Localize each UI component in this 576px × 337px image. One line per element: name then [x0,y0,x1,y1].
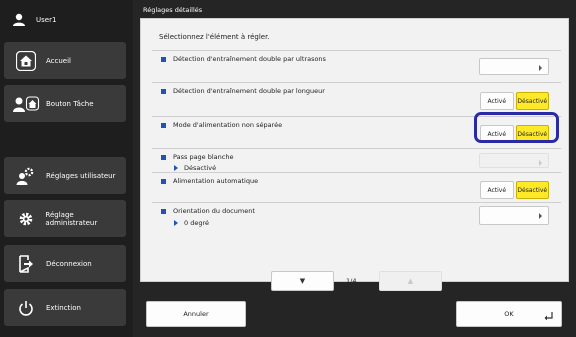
setting-row-auto-feed: Alimentation automatique Activé Désactiv… [152,172,561,202]
sidebar-item-logout[interactable]: Déconnexion [4,245,126,282]
sidebar-item-task-button[interactable]: Bouton Tâche [4,85,126,122]
toggle-on-button[interactable]: Activé [480,92,514,110]
cancel-button[interactable]: Annuler [146,301,246,327]
sidebar-item-user-settings[interactable]: Réglages utilisateur [4,157,126,194]
home-icon [12,50,40,72]
setting-label: Détection d'entraînement double par ultr… [173,55,326,63]
sidebar-item-label: Réglages utilisateur [46,171,116,180]
setting-label: Pass page blanche [173,153,234,161]
setting-label: Détection d'entraînement double par long… [173,87,325,95]
power-icon [12,297,40,319]
setting-row-orientation[interactable]: Orientation du document 0 degré [152,202,561,232]
bullet-icon [161,178,166,184]
user-info: User1 [12,10,56,30]
toggle-on-button[interactable]: Activé [480,181,514,199]
settings-panel: Sélectionnez l'élément à régler. Détecti… [140,18,569,291]
toggle-group: Activé Désactivé [480,92,549,110]
sidebar-item-label: Extinction [46,303,81,312]
gear-icon [12,208,39,230]
page-down-button[interactable]: ▼ [271,271,334,291]
page-up-button: ▲ [379,271,442,291]
sidebar-item-home[interactable]: Accueil [4,42,126,79]
sidebar-item-label: Bouton Tâche [46,99,94,108]
bullet-icon [161,208,166,214]
logout-icon [12,253,40,275]
setting-label: Mode d'alimentation non séparée [173,121,283,129]
main-area: Réglages détaillés Sélectionnez l'élémen… [133,0,576,337]
user-task-icon [12,93,40,115]
toggle-group: Activé Désactivé [480,181,549,199]
setting-row-length: Détection d'entraînement double par long… [152,82,561,116]
bullet-icon [161,56,166,62]
ok-button[interactable]: OK [456,301,562,327]
page-title: Réglages détaillés [143,6,203,14]
setting-value: 0 degré [184,219,209,227]
sidebar-item-shutdown[interactable]: Extinction [4,289,126,326]
bullet-icon [161,154,166,160]
bullet-icon [161,122,166,128]
sidebar-item-label: Déconnexion [46,259,92,268]
enter-icon [544,312,553,320]
setting-arrow-button[interactable] [479,206,549,225]
toggle-off-button[interactable]: Désactivé [515,181,549,199]
gear-user-icon [12,165,40,187]
setting-label: Orientation du document [173,207,255,215]
setting-value: Désactivé [184,164,217,172]
setting-arrow-button-disabled [479,153,549,168]
sidebar-item-label: Accueil [46,56,71,65]
bullet-icon [161,88,166,94]
user-icon [13,13,25,26]
page-indicator: 1/4 [346,277,357,285]
focus-highlight [474,112,559,143]
setting-row-ultrasonic[interactable]: Détection d'entraînement double par ultr… [152,50,561,82]
sidebar-item-label: Réglage administrateur [45,210,98,227]
setting-label: Alimentation automatique [173,177,259,185]
setting-row-blank-page: Pass page blanche Désactivé [152,148,561,172]
triangle-icon [174,165,178,171]
setting-arrow-button[interactable] [479,58,549,75]
toggle-off-button[interactable]: Désactivé [515,92,549,110]
user-name: User1 [36,16,57,24]
sidebar-item-admin-settings[interactable]: Réglage administrateur [4,200,126,237]
instruction-text: Sélectionnez l'élément à régler. [159,33,270,41]
ok-label: OK [504,310,514,318]
sidebar: User1 Accueil Bouton Tâche Réglages util… [0,0,133,337]
triangle-icon [174,220,178,226]
